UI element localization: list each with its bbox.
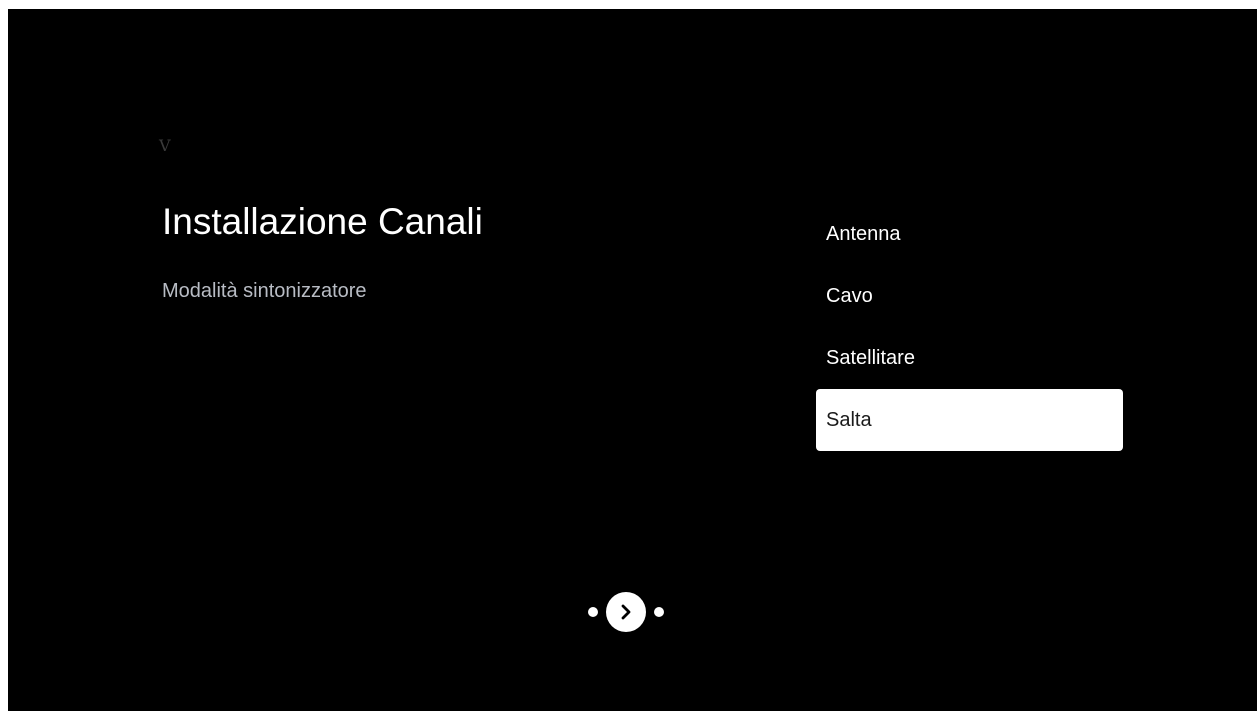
prev-step-dot-icon: [588, 607, 598, 617]
option-antenna[interactable]: Antenna: [816, 203, 1123, 265]
option-cavo[interactable]: Cavo: [816, 265, 1123, 327]
tuner-mode-options: Antenna Cavo Satellitare Salta: [816, 203, 1123, 451]
page-subtitle: Modalità sintonizzatore: [162, 280, 367, 302]
page-title: Installazione Canali: [162, 201, 483, 242]
step-pager: [588, 592, 664, 632]
chevron-right-icon: [621, 604, 631, 620]
setup-screen: V Installazione Canali Modalità sintoniz…: [8, 9, 1257, 711]
option-salta[interactable]: Salta: [816, 389, 1123, 451]
next-step-dot-icon: [654, 607, 664, 617]
option-satellitare[interactable]: Satellitare: [816, 327, 1123, 389]
brand-logo: V: [159, 136, 172, 155]
next-button[interactable]: [606, 592, 646, 632]
